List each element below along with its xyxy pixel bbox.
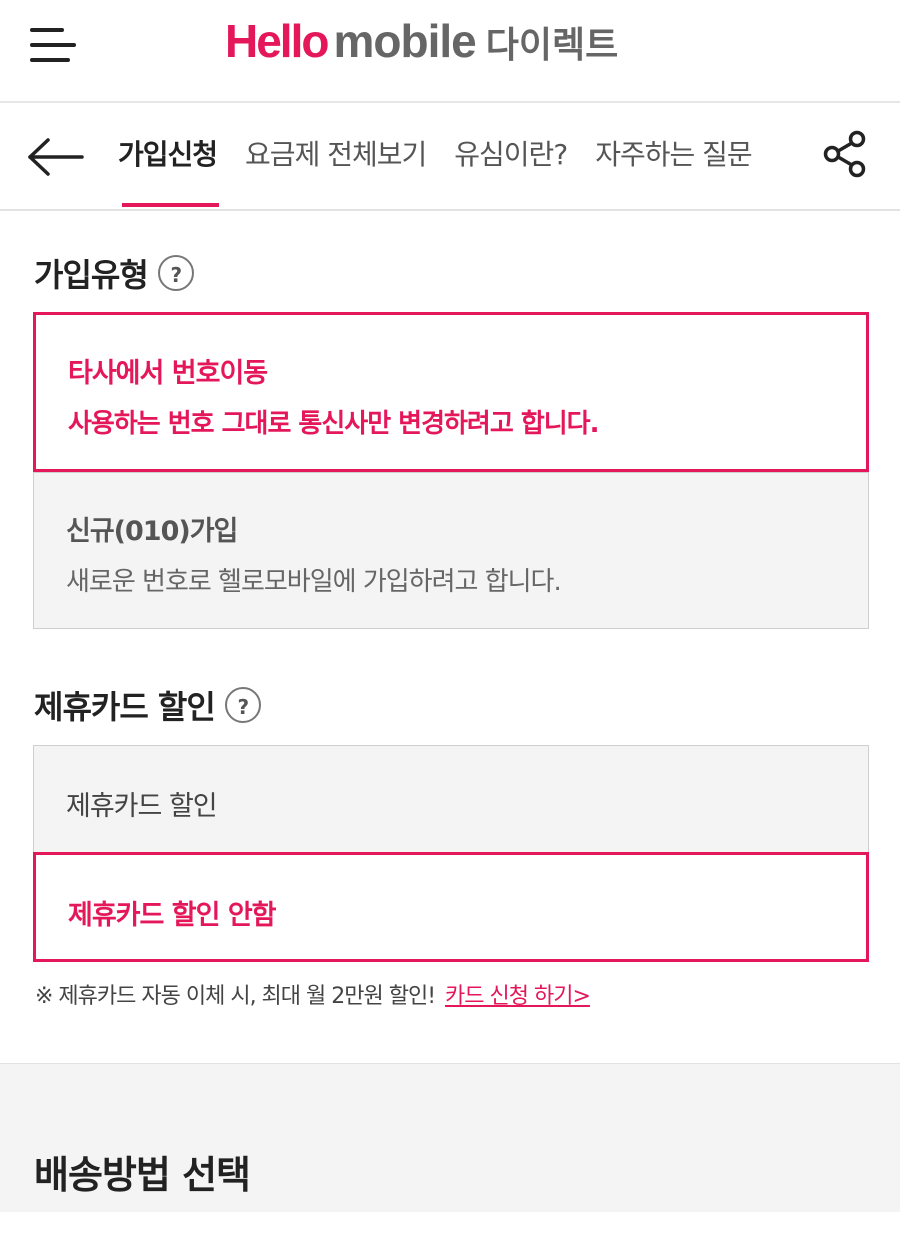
option-new-join-title: 신규(010)가입	[66, 516, 238, 547]
option-number-port-title: 타사에서 번호이동	[68, 358, 268, 389]
option-no-card-discount-label: 제휴카드 할인 안함	[68, 900, 277, 931]
tab-faq[interactable]: 자주하는 질문	[581, 103, 765, 209]
option-new-join-desc: 새로운 번호로 헬로모바일에 가입하려고 합니다.	[66, 567, 562, 597]
note-text: ※ 제휴카드 자동 이체 시, 최대 월 2만원 할인!	[35, 984, 436, 1009]
join-type-heading: 가입유형 ?	[34, 250, 194, 296]
card-discount-title: 제휴카드 할인	[34, 688, 216, 726]
option-number-port-desc: 사용하는 번호 그대로 통신사만 변경하려고 합니다.	[68, 409, 599, 439]
option-new-join[interactable]: 신규(010)가입 새로운 번호로 헬로모바일에 가입하려고 합니다.	[33, 472, 869, 629]
logo-mobile: mobile	[333, 15, 476, 67]
card-discount-heading: 제휴카드 할인 ?	[34, 682, 261, 728]
option-number-port[interactable]: 타사에서 번호이동 사용하는 번호 그대로 통신사만 변경하려고 합니다.	[33, 312, 869, 472]
help-icon[interactable]: ?	[224, 687, 261, 723]
logo-direct: 다이렉트	[485, 25, 619, 66]
join-type-title: 가입유형	[34, 256, 149, 294]
back-arrow-icon[interactable]	[26, 137, 84, 177]
logo-hello: Hello	[225, 15, 329, 67]
share-icon[interactable]	[822, 130, 868, 178]
help-icon[interactable]: ?	[157, 255, 194, 291]
option-card-discount[interactable]: 제휴카드 할인	[33, 745, 869, 853]
tab-join[interactable]: 가입신청	[104, 103, 231, 209]
logo[interactable]: Hello mobile 다이렉트	[225, 14, 618, 74]
card-apply-link[interactable]: 카드 신청 하기>	[445, 984, 591, 1009]
delivery-section: 배송방법 선택	[0, 1063, 900, 1212]
delivery-title: 배송방법 선택	[34, 1153, 251, 1197]
option-no-card-discount[interactable]: 제휴카드 할인 안함	[33, 852, 869, 962]
card-discount-note: ※ 제휴카드 자동 이체 시, 최대 월 2만원 할인! 카드 신청 하기>	[35, 978, 591, 1010]
tab-all-plans[interactable]: 요금제 전체보기	[231, 103, 440, 209]
tab-usim[interactable]: 유심이란?	[440, 103, 581, 209]
option-card-discount-label: 제휴카드 할인	[66, 791, 218, 822]
app-header: Hello mobile 다이렉트	[0, 0, 900, 103]
tabs: 가입신청 요금제 전체보기 유심이란? 자주하는 질문	[104, 103, 816, 209]
hamburger-menu-icon[interactable]	[30, 28, 80, 64]
tab-bar: 가입신청 요금제 전체보기 유심이란? 자주하는 질문	[0, 103, 900, 211]
